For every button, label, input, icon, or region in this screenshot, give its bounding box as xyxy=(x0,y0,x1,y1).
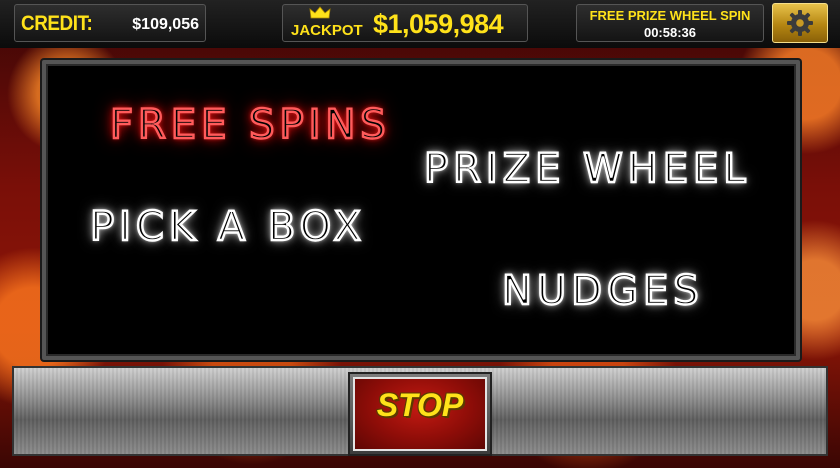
credit-value: $109,056 xyxy=(132,16,199,33)
stop-label: STOP xyxy=(376,387,464,423)
feature-pick-a-box: PICK A BOX xyxy=(89,203,366,251)
feature-nudges: NUDGES xyxy=(501,267,704,315)
stop-button[interactable]: STOP xyxy=(348,372,492,456)
feature-screen: FREE SPINS PRIZE WHEEL PICK A BOX NUDGES xyxy=(42,60,800,360)
jackpot-label: JACKPOT xyxy=(291,22,363,39)
jackpot-panel: JACKPOT $1,059,984 xyxy=(282,4,528,42)
jackpot-value: $1,059,984 xyxy=(373,9,504,39)
gear-icon xyxy=(787,10,813,36)
credit-label: CREDIT: xyxy=(21,12,93,35)
feature-free-spins: FREE SPINS xyxy=(109,101,391,149)
prize-wheel-panel[interactable]: FREE PRIZE WHEEL SPIN 00:58:36 xyxy=(576,4,764,42)
stop-button-face: STOP xyxy=(353,377,487,451)
credit-panel: CREDIT: $109,056 xyxy=(14,4,206,42)
prize-wheel-timer: 00:58:36 xyxy=(643,25,697,40)
feature-prize-wheel: PRIZE WHEEL xyxy=(423,145,751,193)
settings-button[interactable] xyxy=(772,3,828,43)
top-bar: CREDIT: $109,056 JACKPOT $1,059,984 FREE… xyxy=(0,0,840,48)
crown-icon xyxy=(309,6,331,19)
prize-wheel-label: FREE PRIZE WHEEL SPIN xyxy=(589,8,751,23)
